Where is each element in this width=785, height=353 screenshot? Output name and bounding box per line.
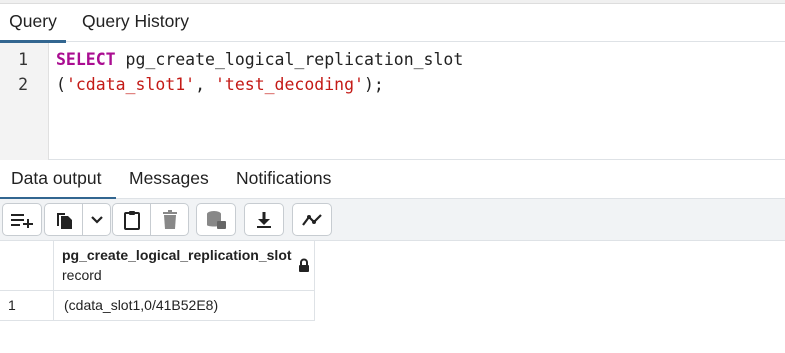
copy-group xyxy=(44,203,111,236)
line-number: 1 xyxy=(18,50,28,69)
chevron-down-icon xyxy=(90,215,103,224)
save-group xyxy=(196,203,236,236)
column-type: record xyxy=(62,267,102,283)
copy-button[interactable] xyxy=(45,204,83,235)
tab-messages[interactable]: Messages xyxy=(129,160,209,199)
sql-string-arg2: 'test_decoding' xyxy=(214,75,364,94)
add-row-button[interactable] xyxy=(3,204,41,235)
open-paren: ( xyxy=(56,75,66,94)
tab-notifications[interactable]: Notifications xyxy=(236,160,331,199)
line-number: 2 xyxy=(18,75,28,94)
tab-query[interactable]: Query xyxy=(0,4,66,43)
add-row-group xyxy=(2,203,42,236)
sql-function-name: pg_create_logical_replication_slot xyxy=(115,50,464,69)
column-name: pg_create_logical_replication_slot xyxy=(62,247,292,263)
sql-keyword: SELECT xyxy=(56,50,116,69)
lock-icon xyxy=(299,258,309,272)
sql-editor[interactable]: 1 2 SELECT pg_create_logical_replication… xyxy=(0,43,785,160)
paste-icon xyxy=(123,210,140,230)
paste-delete-group xyxy=(112,203,189,236)
sql-string-arg1: 'cdata_slot1' xyxy=(65,75,196,94)
table-cell[interactable]: (cdata_slot1,0/41B52E8) xyxy=(54,291,315,321)
delete-icon xyxy=(162,209,177,229)
add-row-icon xyxy=(11,213,33,228)
graph-visualiser-button[interactable] xyxy=(293,204,331,235)
tab-query-history[interactable]: Query History xyxy=(82,4,189,42)
download-icon xyxy=(257,211,271,228)
tab-data-output[interactable]: Data output xyxy=(0,160,116,200)
download-group xyxy=(244,203,284,236)
result-tabs: Data output Messages Notifications xyxy=(0,160,785,200)
download-button[interactable] xyxy=(245,204,283,235)
row-number[interactable]: 1 xyxy=(0,291,54,321)
arg-separator: , xyxy=(195,75,215,94)
delete-button[interactable] xyxy=(151,204,188,235)
code-line-1[interactable]: SELECT pg_create_logical_replication_slo… xyxy=(56,50,463,69)
paste-button[interactable] xyxy=(113,204,151,235)
query-tabs: Query Query History xyxy=(0,4,785,43)
save-data-icon xyxy=(207,210,226,229)
save-data-button[interactable] xyxy=(197,204,235,235)
copy-options-dropdown[interactable] xyxy=(83,204,110,235)
line-number-gutter: 1 2 xyxy=(0,43,49,160)
graph-icon xyxy=(302,213,322,226)
close-paren: ); xyxy=(363,75,384,94)
copy-icon xyxy=(56,212,72,229)
code-line-2[interactable]: ('cdata_slot1', 'test_decoding'); xyxy=(56,75,384,94)
grid-corner[interactable] xyxy=(0,241,54,291)
column-header[interactable]: pg_create_logical_replication_slot recor… xyxy=(54,241,315,291)
graph-group xyxy=(292,203,332,236)
data-toolbar xyxy=(0,199,785,241)
